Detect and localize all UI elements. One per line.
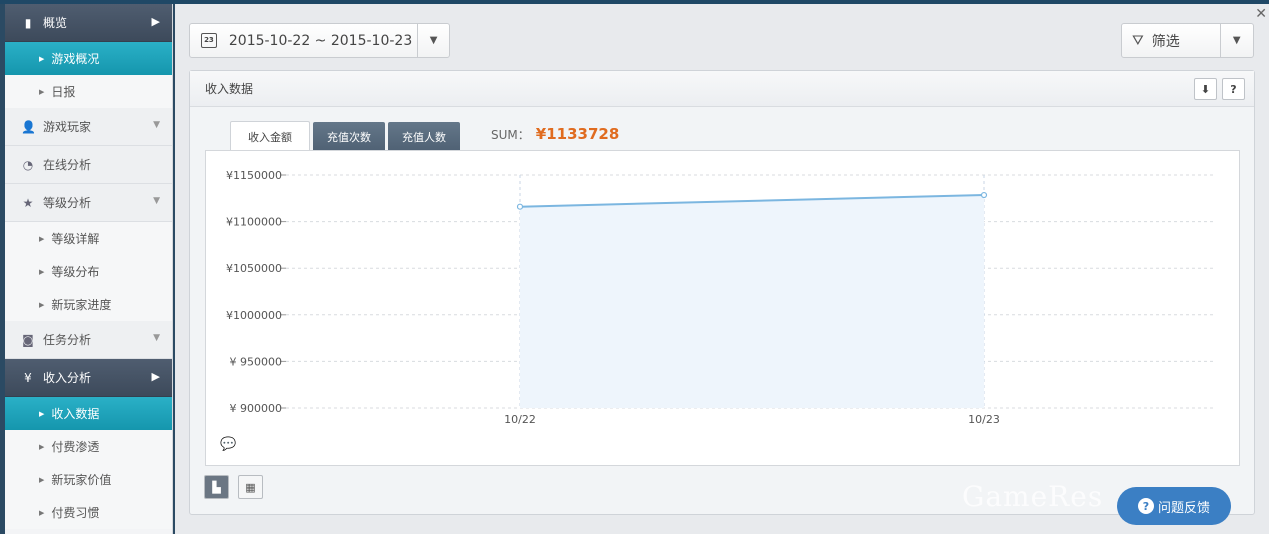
close-icon[interactable]: ✕ — [1255, 6, 1267, 22]
overview-icon: ▮ — [24, 15, 32, 30]
chevron-down-icon[interactable]: ▼ — [1219, 24, 1253, 57]
y-tick-label: ¥1150000 — [226, 169, 282, 182]
sidebar-item-pay-habits[interactable]: ▶ 付费习惯 — [5, 496, 172, 529]
user-icon: 👤 — [21, 119, 36, 134]
sidebar-item-label: 付费渗透 — [51, 440, 100, 454]
sidebar-group-label: 在线分析 — [43, 158, 92, 172]
sidebar-item-label: 新玩家价值 — [51, 473, 112, 487]
bar-chart-icon: ▙ — [212, 480, 221, 494]
grid-table-icon: ▦ — [245, 480, 256, 494]
y-tick-label: ¥1000000 — [226, 309, 282, 322]
sidebar-item-label: 新玩家进度 — [51, 298, 112, 312]
feedback-button[interactable]: ? 问题反馈 — [1117, 487, 1231, 525]
chevron-down-icon: ▼ — [153, 333, 160, 343]
sidebar-item-new-player-progress[interactable]: ▶ 新玩家进度 — [5, 288, 172, 321]
comment-icon[interactable]: 💬 — [220, 437, 236, 452]
download-arrow-icon: ⬇ — [1200, 82, 1211, 96]
triangle-right-icon: ▶ — [39, 409, 45, 418]
sidebar-group-label: 等级分析 — [43, 196, 92, 210]
data-point — [980, 191, 988, 199]
sidebar-item-label: 游戏概况 — [51, 52, 100, 66]
sidebar-item-daily-report[interactable]: ▶ 日报 — [5, 75, 172, 108]
x-tick-label: 10/22 — [504, 413, 536, 426]
chevron-right-icon: ▶ — [151, 370, 160, 383]
revenue-chart: ¥ 900000 ¥ 950000 ¥1000000 ¥1050000 ¥1100000… — [226, 169, 1216, 426]
triangle-right-icon: ▶ — [39, 87, 45, 96]
data-point — [516, 203, 524, 210]
sidebar-group-tasks[interactable]: ◙ 任务分析 ▼ — [5, 321, 172, 359]
sidebar-item-label: 等级详解 — [51, 232, 100, 246]
chevron-down-icon: ▼ — [153, 120, 160, 130]
gamepad-icon: ◙ — [22, 332, 34, 347]
main-content: 23 2015-10-22 ~ 2015-10-23 ▼ ⛛ 筛选 ▼ ✕ 收入… — [175, 4, 1269, 534]
clock-icon: ◔ — [22, 157, 34, 172]
tab-recharge-count[interactable]: 充值次数 — [313, 122, 385, 151]
help-button[interactable]: ? — [1222, 78, 1245, 100]
date-range-picker[interactable]: 23 2015-10-22 ~ 2015-10-23 ▼ — [189, 23, 450, 58]
triangle-right-icon: ▶ — [39, 234, 45, 243]
question-mark-icon: ? — [1230, 82, 1237, 96]
date-range-text: 2015-10-22 ~ 2015-10-23 — [228, 32, 413, 49]
chevron-down-icon: ▼ — [153, 196, 160, 206]
calendar-icon: 23 — [201, 33, 217, 48]
sidebar-item-game-overview[interactable]: ▶ 游戏概况 — [5, 42, 172, 75]
level-badge-icon: ★ — [22, 195, 34, 210]
chart-view-button[interactable]: ▙ — [204, 475, 229, 499]
y-tick-label: ¥ 950000 — [230, 355, 283, 368]
tab-revenue-amount[interactable]: 收入金额 — [230, 121, 310, 151]
sidebar-item-label: 付费习惯 — [51, 506, 100, 520]
panel-header: 收入数据 ⬇ ? — [190, 71, 1254, 107]
y-tick-label: ¥1100000 — [226, 216, 282, 229]
y-tick-label: ¥1050000 — [226, 262, 282, 275]
sidebar-group-label: 任务分析 — [43, 333, 92, 347]
panel-title: 收入数据 — [205, 82, 254, 96]
sidebar-group-label: 收入分析 — [43, 371, 92, 385]
chart-area: ¥ 900000 ¥ 950000 ¥1000000 ¥1050000 ¥1100000… — [205, 150, 1240, 466]
sidebar-group-revenue[interactable]: ¥ 收入分析 ▶ — [5, 359, 172, 397]
table-view-button[interactable]: ▦ — [238, 475, 263, 499]
revenue-panel: 收入数据 ⬇ ? 收入金额 充值次数 充值人数 SUM： ¥1133728 ¥ … — [189, 70, 1255, 515]
sidebar-item-label: 日报 — [51, 85, 76, 99]
filter-funnel-icon: ⛛ — [1132, 32, 1144, 49]
filter-button[interactable]: ⛛ 筛选 ▼ — [1121, 23, 1254, 58]
series-area — [520, 195, 984, 408]
filter-label: 筛选 — [1151, 33, 1180, 50]
y-tick-label: ¥ 900000 — [230, 402, 283, 415]
sum-label: SUM： — [491, 127, 530, 142]
triangle-right-icon: ▶ — [39, 267, 45, 276]
sidebar-item-new-player-value[interactable]: ▶ 新玩家价值 — [5, 463, 172, 496]
sidebar-item-level-distribution[interactable]: ▶ 等级分布 — [5, 255, 172, 288]
download-button[interactable]: ⬇ — [1194, 78, 1217, 100]
yen-icon: ¥ — [24, 370, 32, 385]
sidebar-group-online[interactable]: ◔ 在线分析 — [5, 146, 172, 184]
sidebar-item-label: 收入数据 — [51, 407, 100, 421]
triangle-right-icon: ▶ — [39, 442, 45, 451]
feedback-label: 问题反馈 — [1157, 500, 1210, 516]
sum-display: SUM： ¥1133728 — [491, 125, 619, 143]
question-circle-icon: ? — [1137, 498, 1154, 514]
triangle-right-icon: ▶ — [39, 475, 45, 484]
x-tick-label: 10/23 — [968, 413, 1000, 426]
sidebar-group-label: 概览 — [43, 16, 68, 30]
sidebar-item-level-detail[interactable]: ▶ 等级详解 — [5, 222, 172, 255]
chevron-right-icon: ▶ — [151, 15, 160, 28]
sum-value: ¥1133728 — [535, 125, 620, 143]
sidebar: ▮ 概览 ▶ ▶ 游戏概况 ▶ 日报 👤 游戏玩家 ▼ ◔ 在线分析 ★ 等级分… — [5, 4, 173, 534]
sidebar-group-level[interactable]: ★ 等级分析 ▼ — [5, 184, 172, 222]
triangle-right-icon: ▶ — [39, 54, 45, 63]
triangle-right-icon: ▶ — [39, 300, 45, 309]
sidebar-group-overview[interactable]: ▮ 概览 ▶ — [5, 4, 172, 42]
chevron-down-icon[interactable]: ▼ — [417, 24, 449, 57]
metric-tabs: 收入金额 充值次数 充值人数 — [230, 121, 463, 151]
sidebar-group-label: 游戏玩家 — [43, 120, 92, 134]
sidebar-item-pay-penetration[interactable]: ▶ 付费渗透 — [5, 430, 172, 463]
sidebar-item-label: 等级分布 — [51, 265, 100, 279]
sidebar-group-players[interactable]: 👤 游戏玩家 ▼ — [5, 108, 172, 146]
sidebar-item-revenue-data[interactable]: ▶ 收入数据 — [5, 397, 172, 430]
triangle-right-icon: ▶ — [39, 508, 45, 517]
tab-recharge-users[interactable]: 充值人数 — [388, 122, 460, 151]
